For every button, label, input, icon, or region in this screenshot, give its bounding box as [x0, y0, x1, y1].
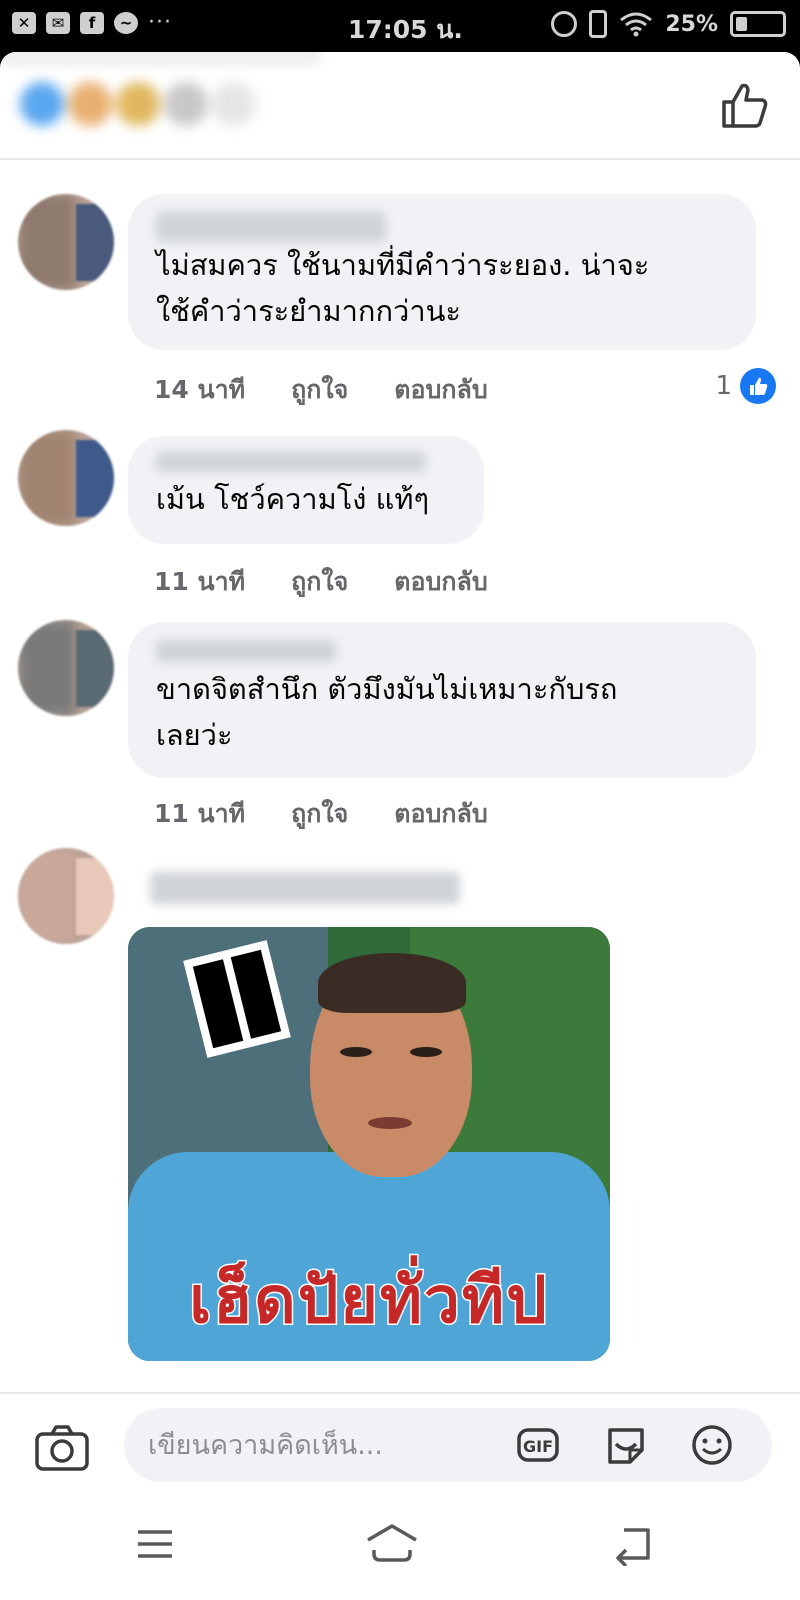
- reactions-header: [0, 52, 800, 160]
- avatar[interactable]: [18, 620, 114, 716]
- mail-icon: ✉: [46, 12, 70, 34]
- comment-bubble[interactable]: ไม่สมควร ใช้นามที่มีคำว่าระยอง. น่าจะ ใช…: [128, 194, 756, 350]
- comments-screen: ไม่สมควร ใช้นามที่มีคำว่าระยอง. น่าจะ ใช…: [0, 52, 800, 1392]
- like-reaction-icon: [740, 368, 776, 404]
- like-link[interactable]: ถูกใจ: [291, 370, 348, 410]
- comment-time: 11 นาที: [154, 799, 246, 828]
- like-post-icon[interactable]: [720, 80, 770, 130]
- reply-link[interactable]: ตอบกลับ: [394, 370, 487, 410]
- sticker-hair: [318, 953, 466, 1013]
- comment-input-container[interactable]: GIF: [124, 1408, 772, 1482]
- back-icon[interactable]: [604, 1522, 664, 1566]
- comment-text: ขาดจิตสำนึก ตัวมึงมันไม่เหมาะกับรถ เลยว่…: [156, 666, 730, 758]
- comment-actions: 14 นาที ถูกใจ ตอบกลับ: [154, 370, 488, 410]
- wifi-icon: [620, 12, 653, 37]
- comment-text-line: เม้น โชว์ความโง่ แท้ๆ: [156, 482, 430, 516]
- system-navigation-bar: [0, 1492, 800, 1600]
- sticker-caption: เฮ็ดปัยทั่วทีป: [188, 1263, 549, 1340]
- comment-text-line: ใช้คำว่าระยำมากกว่านะ: [156, 294, 462, 328]
- reply-link[interactable]: ตอบกลับ: [394, 562, 487, 602]
- reaction-avatar: [116, 82, 160, 126]
- reaction-count-value: 1: [715, 371, 732, 401]
- status-bar: ✕ ✉ f ~ ··· 17:05 น. 25%: [0, 0, 800, 52]
- comment-actions: 11 นาที ถูกใจ ตอบกลับ: [154, 794, 488, 834]
- reaction-avatar: [212, 82, 256, 126]
- comment-text: ไม่สมควร ใช้นามที่มีคำว่าระยอง. น่าจะ ใช…: [156, 242, 730, 334]
- battery-percent: 25%: [665, 11, 718, 37]
- sticker-eye: [410, 1047, 442, 1057]
- clock: 17:05 น.: [348, 15, 463, 44]
- sticker-icon[interactable]: [604, 1424, 648, 1466]
- sticker-image[interactable]: เฮ็ดปัยทั่วทีป: [128, 927, 610, 1361]
- author-name[interactable]: [156, 640, 336, 662]
- x-icon: ✕: [12, 12, 36, 34]
- reaction-avatar: [164, 82, 208, 126]
- comment-actions: 11 นาที ถูกใจ ตอบกลับ: [154, 562, 488, 602]
- vibrate-icon: [589, 10, 608, 38]
- battery-level: [736, 17, 747, 31]
- messenger-icon: ~: [114, 12, 138, 34]
- comment-text: เม้น โชว์ความโง่ แท้ๆ: [156, 476, 458, 522]
- blurred-header: [0, 52, 320, 66]
- like-link[interactable]: ถูกใจ: [291, 562, 348, 602]
- alarm-icon: [551, 11, 578, 37]
- author-name[interactable]: [150, 872, 460, 904]
- comment-time: 11 นาที: [154, 567, 246, 596]
- author-name[interactable]: [156, 452, 426, 472]
- comment-text-line: เลยว่ะ: [156, 718, 233, 752]
- menu-icon[interactable]: [126, 1522, 186, 1566]
- author-name[interactable]: [156, 212, 386, 242]
- avatar[interactable]: [18, 430, 114, 526]
- notification-icons: ✕ ✉ f ~ ···: [12, 12, 172, 34]
- facebook-icon: f: [80, 12, 104, 34]
- sticker-eye: [340, 1047, 372, 1057]
- sticker-mouth: [368, 1117, 412, 1129]
- gif-label: GIF: [523, 1437, 553, 1456]
- reply-link[interactable]: ตอบกลับ: [394, 794, 487, 834]
- comment-text-line: ไม่สมควร ใช้นามที่มีคำว่าระยอง. น่าจะ: [156, 248, 650, 282]
- reaction-avatar: [20, 82, 64, 126]
- reactors-summary[interactable]: [20, 82, 256, 126]
- more-notifications-icon: ···: [148, 10, 172, 35]
- emoji-icon[interactable]: [690, 1424, 734, 1466]
- avatar[interactable]: [18, 848, 114, 944]
- comment-text-line: ขาดจิตสำนึก ตัวมึงมันไม่เหมาะกับรถ: [156, 672, 618, 706]
- battery-icon: [730, 11, 786, 37]
- gif-icon[interactable]: GIF: [516, 1424, 560, 1466]
- reaction-count[interactable]: 1: [715, 368, 776, 404]
- comment-composer: GIF: [0, 1392, 800, 1492]
- camera-icon[interactable]: [34, 1424, 90, 1472]
- comment-time: 14 นาที: [154, 375, 246, 404]
- like-link[interactable]: ถูกใจ: [291, 794, 348, 834]
- comment-input[interactable]: [148, 1408, 508, 1482]
- avatar[interactable]: [18, 194, 114, 290]
- reaction-avatar: [68, 82, 112, 126]
- comment-bubble[interactable]: ขาดจิตสำนึก ตัวมึงมันไม่เหมาะกับรถ เลยว่…: [128, 622, 756, 778]
- comment-bubble[interactable]: เม้น โชว์ความโง่ แท้ๆ: [128, 436, 484, 544]
- home-icon[interactable]: [362, 1522, 422, 1566]
